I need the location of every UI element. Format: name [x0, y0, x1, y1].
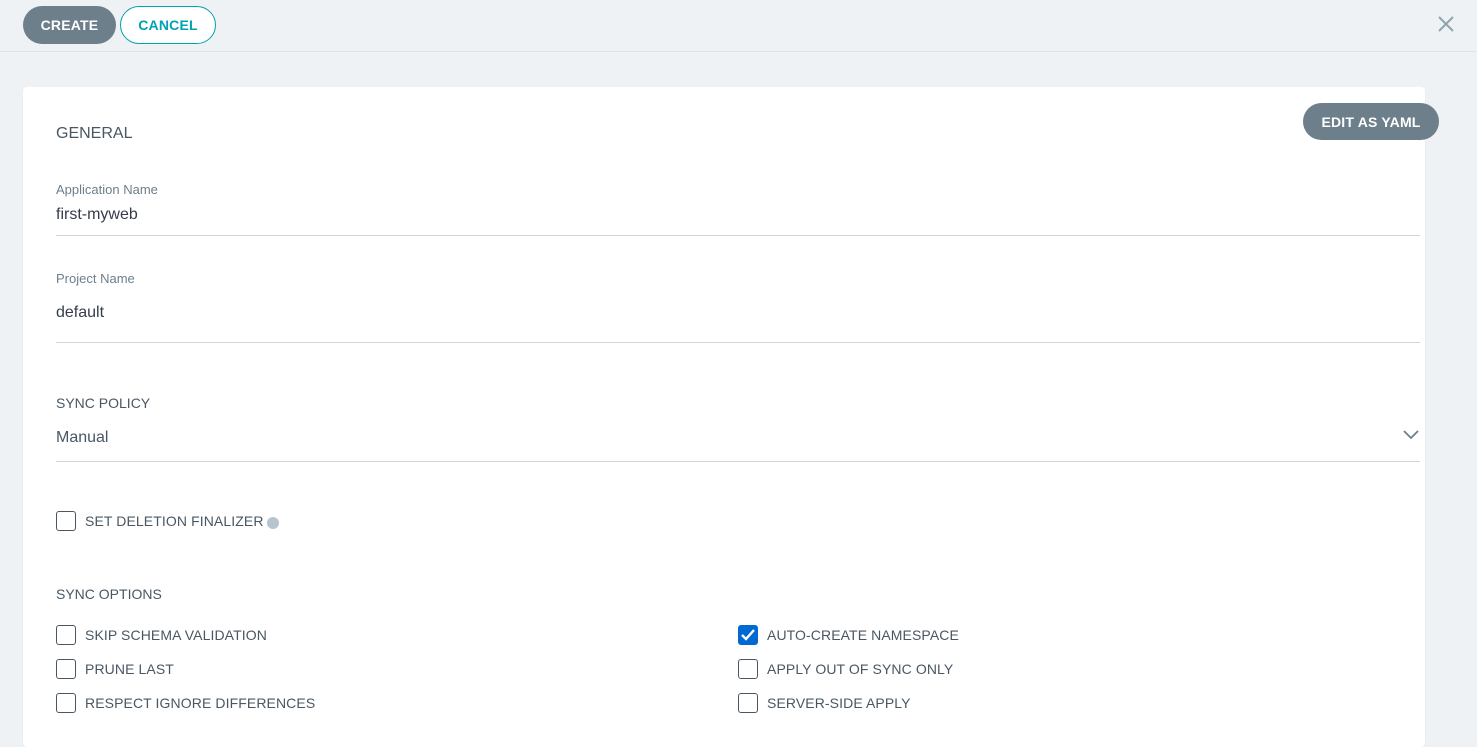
sync-policy-label: SYNC POLICY — [56, 395, 151, 411]
deletion-finalizer-option[interactable]: SET DELETION FINALIZER — [56, 511, 279, 531]
edit-as-yaml-button[interactable]: EDIT AS YAML — [1303, 103, 1439, 140]
help-icon[interactable] — [266, 517, 279, 529]
deletion-finalizer-checkbox[interactable] — [56, 511, 76, 531]
server-side-apply-label: SERVER-SIDE APPLY — [767, 695, 911, 711]
skip-schema-validation-option[interactable]: SKIP SCHEMA VALIDATION — [56, 625, 267, 645]
chevron-down-icon[interactable] — [1402, 429, 1420, 441]
apply-out-of-sync-only-checkbox[interactable] — [738, 659, 758, 679]
cancel-button[interactable]: CANCEL — [120, 6, 216, 44]
project-name-input[interactable]: default — [56, 304, 104, 322]
server-side-apply-option[interactable]: SERVER-SIDE APPLY — [738, 693, 911, 713]
apply-out-of-sync-only-option[interactable]: APPLY OUT OF SYNC ONLY — [738, 659, 953, 679]
apply-out-of-sync-only-label: APPLY OUT OF SYNC ONLY — [767, 661, 954, 677]
respect-ignore-differences-option[interactable]: RESPECT IGNORE DIFFERENCES — [56, 693, 315, 713]
server-side-apply-checkbox[interactable] — [738, 693, 758, 713]
skip-schema-validation-label: SKIP SCHEMA VALIDATION — [85, 627, 267, 643]
sync-policy-select[interactable]: Manual — [56, 429, 108, 447]
auto-create-namespace-label: AUTO-CREATE NAMESPACE — [767, 627, 959, 643]
prune-last-checkbox[interactable] — [56, 659, 76, 679]
project-name-label: Project Name — [56, 271, 135, 286]
application-name-input[interactable]: first-myweb — [56, 206, 138, 224]
deletion-finalizer-label: SET DELETION FINALIZER — [85, 513, 264, 529]
general-section-title: GENERAL — [56, 125, 133, 142]
close-icon[interactable] — [1436, 14, 1456, 34]
project-name-underline — [56, 342, 1420, 343]
application-name-underline — [56, 235, 1420, 236]
sync-policy-underline — [56, 461, 1420, 462]
auto-create-namespace-option[interactable]: AUTO-CREATE NAMESPACE — [738, 625, 959, 645]
application-name-label: Application Name — [56, 182, 158, 197]
top-toolbar: CREATE CANCEL — [0, 0, 1477, 52]
create-button[interactable]: CREATE — [23, 6, 116, 44]
sync-options-title: SYNC OPTIONS — [56, 586, 162, 602]
checkmark-icon — [741, 629, 755, 641]
respect-ignore-differences-checkbox[interactable] — [56, 693, 76, 713]
create-application-panel: EDIT AS YAML GENERAL Application Name fi… — [23, 87, 1439, 747]
prune-last-option[interactable]: PRUNE LAST — [56, 659, 174, 679]
auto-create-namespace-checkbox[interactable] — [738, 625, 758, 645]
respect-ignore-differences-label: RESPECT IGNORE DIFFERENCES — [85, 695, 316, 711]
prune-last-label: PRUNE LAST — [85, 661, 174, 677]
skip-schema-validation-checkbox[interactable] — [56, 625, 76, 645]
